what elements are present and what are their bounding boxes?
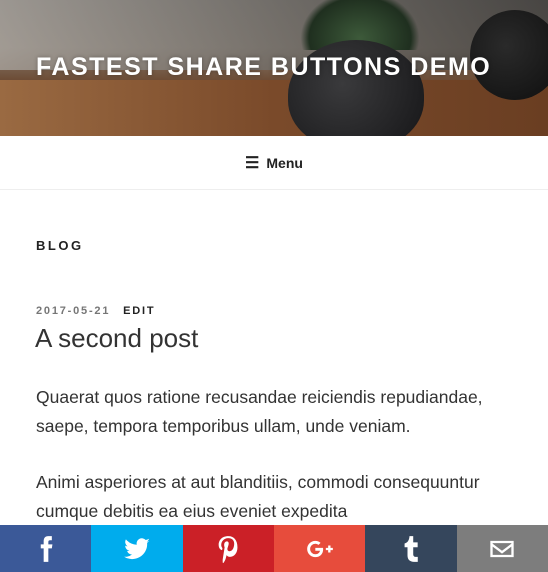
- hamburger-icon: ☰: [245, 154, 260, 172]
- facebook-icon: [40, 535, 53, 562]
- tumblr-share-button[interactable]: [365, 525, 457, 572]
- email-icon: [490, 540, 514, 557]
- post-meta: 2017-05-21 EDIT: [36, 305, 155, 317]
- google-plus-share-button[interactable]: [273, 525, 366, 572]
- google-plus-icon: [306, 540, 333, 557]
- facebook-share-button[interactable]: [0, 525, 92, 572]
- pinterest-icon: [218, 535, 238, 563]
- post-paragraph: Quaerat quos ratione recusandae reiciend…: [36, 387, 483, 436]
- post-date[interactable]: 2017-05-21: [36, 305, 110, 317]
- share-bar: [0, 525, 548, 572]
- twitter-icon: [124, 537, 150, 559]
- post-paragraph: Animi asperiores at aut blanditiis, comm…: [36, 472, 480, 521]
- post-title[interactable]: A second post: [35, 323, 198, 354]
- edit-link[interactable]: EDIT: [123, 305, 155, 317]
- email-share-button[interactable]: [456, 525, 548, 572]
- pinterest-share-button[interactable]: [182, 525, 274, 572]
- tumblr-icon: [404, 535, 418, 562]
- page-title: BLOG: [36, 238, 84, 253]
- site-title[interactable]: FASTEST SHARE BUTTONS DEMO: [36, 53, 491, 82]
- menu-label: Menu: [266, 154, 303, 171]
- menu-toggle[interactable]: ☰ Menu: [0, 136, 548, 190]
- twitter-share-button[interactable]: [91, 525, 183, 572]
